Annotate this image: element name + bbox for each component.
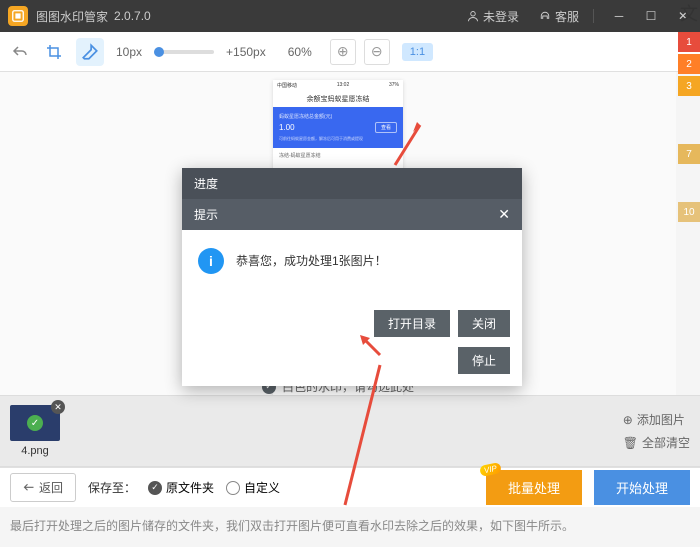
headset-icon — [539, 10, 551, 22]
stop-button[interactable]: 停止 — [458, 347, 510, 374]
side-tab-3[interactable]: 3 — [678, 76, 700, 96]
return-button[interactable]: 返回 — [10, 473, 76, 502]
app-name: 图图水印管家 — [36, 8, 108, 25]
back-arrow-icon — [23, 482, 35, 494]
thumbnails-bar: ✓ ✕ 4.png ⊕ 添加图片 🗑 全部清空 — [0, 395, 700, 467]
side-tab-10[interactable]: 10 — [678, 202, 700, 222]
app-logo-icon — [8, 6, 28, 26]
crop-tool-button[interactable] — [40, 38, 68, 66]
remove-thumbnail-button[interactable]: ✕ — [51, 400, 65, 414]
top-right-char: 文 — [680, 0, 698, 26]
save-custom-radio[interactable]: 自定义 — [226, 479, 280, 496]
maximize-button[interactable]: ☐ — [642, 7, 660, 25]
save-to-label: 保存至： — [88, 479, 136, 496]
dialog-close-text-button[interactable]: 关闭 — [458, 310, 510, 337]
ratio-button[interactable]: 1:1 — [402, 43, 433, 61]
dialog-close-button[interactable]: ✕ — [498, 206, 510, 223]
eraser-tool-button[interactable] — [76, 38, 104, 66]
dialog-title-tip: 提示 ✕ — [182, 199, 522, 230]
bottom-bar: 返回 保存至： 原文件夹 自定义 VIP 批量处理 开始处理 — [0, 467, 700, 507]
zoom-percentage: 60% — [288, 45, 312, 59]
login-link[interactable]: 未登录 — [467, 8, 519, 25]
thumbnail-item[interactable]: ✓ ✕ 4.png — [10, 405, 60, 457]
open-directory-button[interactable]: 打开目录 — [374, 310, 450, 337]
save-original-radio[interactable]: 原文件夹 — [148, 479, 214, 496]
zoom-out-button[interactable]: ⊖ — [364, 39, 390, 65]
add-image-button[interactable]: ⊕ 添加图片 — [623, 411, 690, 428]
side-tab-7[interactable]: 7 — [678, 144, 700, 164]
plus-icon: ⊕ — [623, 413, 633, 427]
app-version: 2.0.7.0 — [114, 9, 151, 23]
background-article-text: 最后打开处理之后的图片储存的文件夹，我们双击打开图片便可直看水印去除之后的效果，… — [0, 507, 700, 547]
side-tab-2[interactable]: 2 — [678, 54, 700, 74]
side-tab-1[interactable]: 1 — [678, 32, 700, 52]
size-min-label: 10px — [116, 45, 142, 59]
dialog-title-progress: 进度 — [182, 168, 522, 199]
progress-dialog: 进度 提示 ✕ i 恭喜您，成功处理1张图片！ 打开目录 关闭 停止 — [182, 168, 522, 386]
trash-icon: 🗑 — [623, 436, 638, 450]
toolbar: 10px +150px 60% ⊕ ⊖ 1:1 — [0, 32, 700, 72]
brush-size-slider[interactable] — [154, 50, 214, 54]
support-link[interactable]: 客服 — [539, 8, 579, 25]
info-icon: i — [198, 248, 224, 274]
thumbnail-filename: 4.png — [10, 445, 60, 457]
size-max-label: +150px — [226, 45, 266, 59]
side-tabs: 1 2 3 7 10 — [678, 32, 700, 224]
undo-button[interactable] — [8, 40, 32, 64]
start-process-button[interactable]: 开始处理 — [594, 470, 690, 505]
user-icon — [467, 10, 479, 22]
zoom-in-button[interactable]: ⊕ — [330, 39, 356, 65]
dialog-message: 恭喜您，成功处理1张图片！ — [236, 248, 387, 269]
clear-all-button[interactable]: 🗑 全部清空 — [623, 434, 690, 451]
success-check-icon: ✓ — [27, 415, 43, 431]
title-bar: 图图水印管家 2.0.7.0 未登录 客服 ─ ☐ ✕ — [0, 0, 700, 32]
minimize-button[interactable]: ─ — [610, 7, 628, 25]
batch-process-button[interactable]: VIP 批量处理 — [486, 470, 582, 505]
